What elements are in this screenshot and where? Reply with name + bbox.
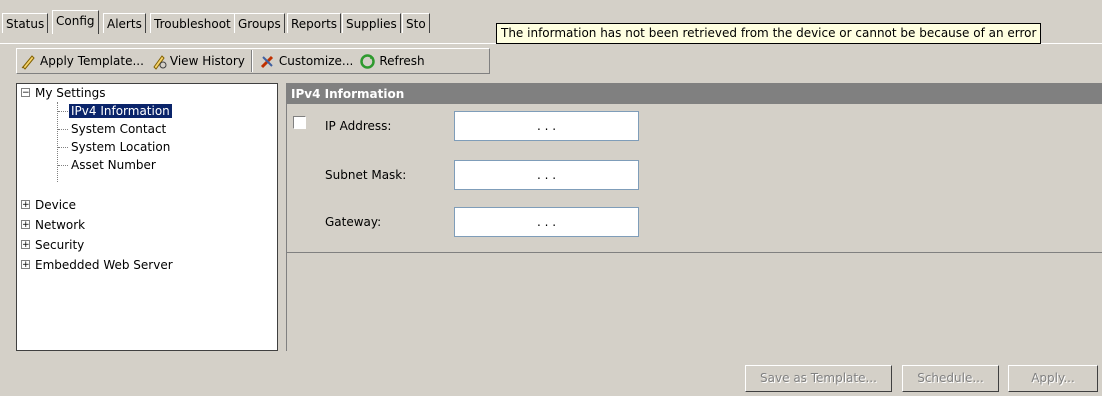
- top-band: [0, 0, 1102, 10]
- tab-groups[interactable]: Groups: [234, 13, 285, 33]
- tree-connector: [58, 165, 68, 166]
- tree-item-system-contact[interactable]: System Contact: [71, 120, 166, 138]
- refresh-button[interactable]: Refresh: [356, 50, 427, 72]
- customize-label: Customize...: [278, 54, 354, 68]
- tree-item-ipv4-label: IPv4 Information: [68, 103, 173, 119]
- view-history-icon: [150, 53, 167, 70]
- apply-template-label: Apply Template...: [40, 54, 144, 68]
- refresh-label: Refresh: [379, 54, 425, 68]
- gateway-field[interactable]: . . .: [454, 207, 639, 237]
- tree-item-ipv4-information[interactable]: IPv4 Information: [68, 102, 173, 120]
- expand-security-icon[interactable]: +: [21, 240, 30, 250]
- collapse-my-settings-icon[interactable]: −: [21, 88, 30, 98]
- tree-item-device[interactable]: Device: [35, 196, 76, 214]
- tab-config[interactable]: Config: [52, 10, 99, 34]
- tab-supplies[interactable]: Supplies: [342, 13, 401, 33]
- toolbar: Apply Template... View History Customize…: [16, 48, 490, 74]
- tree-connector: [58, 147, 68, 148]
- subnet-mask-label: Subnet Mask:: [325, 168, 407, 182]
- tree-item-embedded-web-server[interactable]: Embedded Web Server: [35, 256, 173, 274]
- expand-device-icon[interactable]: +: [21, 200, 30, 210]
- tree-connector: [58, 129, 68, 130]
- settings-panel: IPv4 Information IP Address: . . . Subne…: [286, 83, 1102, 351]
- ip-address-label: IP Address:: [325, 119, 392, 133]
- subnet-mask-field[interactable]: . . .: [454, 160, 639, 190]
- tree-item-security[interactable]: Security: [35, 236, 84, 254]
- save-as-template-button[interactable]: Save as Template...: [745, 365, 892, 392]
- tree-connector: [58, 111, 68, 112]
- apply-template-icon: [20, 53, 37, 70]
- tree-item-network[interactable]: Network: [35, 216, 85, 234]
- panel-title: IPv4 Information: [287, 84, 1102, 104]
- schedule-button[interactable]: Schedule...: [902, 365, 999, 392]
- expand-embedded-web-server-icon[interactable]: +: [21, 260, 30, 270]
- toolbar-separator: [250, 50, 253, 72]
- settings-tree[interactable]: − My Settings IPv4 Information System Co…: [16, 83, 278, 351]
- refresh-icon: [359, 53, 376, 70]
- error-tooltip: The information has not been retrieved f…: [496, 23, 1042, 44]
- tree-connector: [57, 102, 58, 182]
- panel-body: IP Address: . . . Subnet Mask: . . . Gat…: [287, 104, 1102, 253]
- tab-status[interactable]: Status: [2, 13, 49, 33]
- view-history-label: View History: [169, 54, 245, 68]
- customize-button[interactable]: Customize...: [256, 50, 356, 72]
- gateway-label: Gateway:: [325, 215, 382, 229]
- tab-reports[interactable]: Reports: [287, 13, 342, 33]
- apply-button[interactable]: Apply...: [1008, 365, 1098, 392]
- apply-template-button[interactable]: Apply Template...: [17, 50, 147, 72]
- tab-alerts[interactable]: Alerts: [103, 13, 146, 33]
- panel-empty-area: [287, 254, 1102, 351]
- ip-address-checkbox[interactable]: [293, 116, 306, 129]
- customize-icon: [259, 53, 276, 70]
- view-history-button[interactable]: View History: [147, 50, 248, 72]
- tree-item-asset-number[interactable]: Asset Number: [71, 156, 156, 174]
- tree-item-my-settings[interactable]: My Settings: [35, 84, 106, 102]
- expand-network-icon[interactable]: +: [21, 220, 30, 230]
- tab-troubleshoot[interactable]: Troubleshoot: [150, 13, 235, 33]
- tree-item-system-location[interactable]: System Location: [71, 138, 170, 156]
- ip-address-field[interactable]: . . .: [454, 111, 639, 141]
- tab-storage[interactable]: Sto: [402, 13, 430, 33]
